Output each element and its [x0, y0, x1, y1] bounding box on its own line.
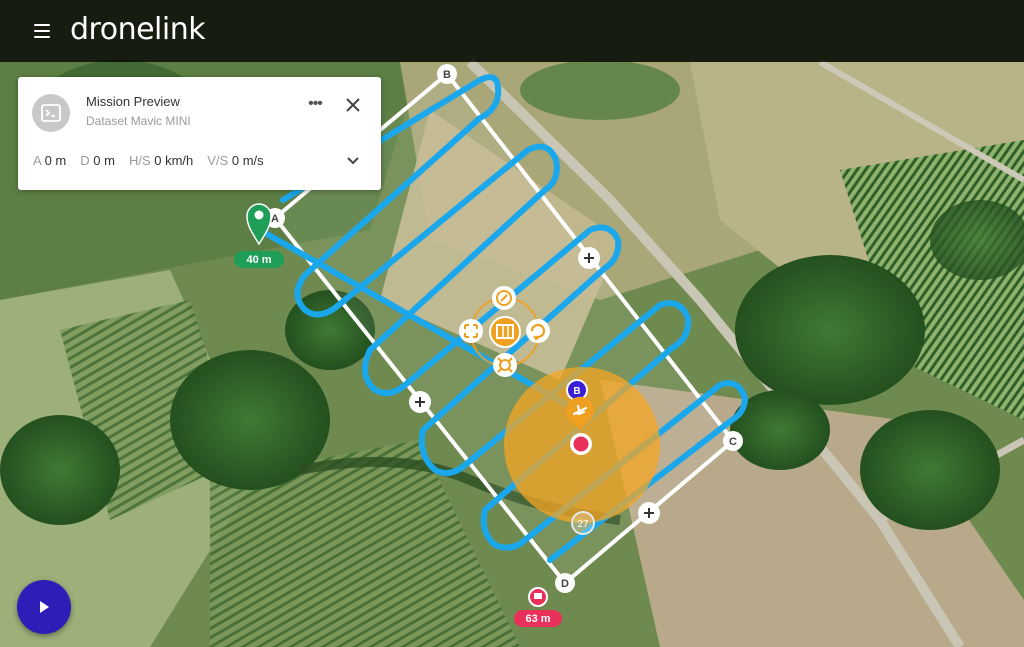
add-point-button-ad[interactable] [409, 391, 431, 413]
landing-marker-icon[interactable] [528, 587, 548, 607]
chevron-down-icon[interactable] [344, 153, 362, 169]
add-point-button-bc[interactable] [578, 247, 600, 269]
corner-marker-d[interactable]: D [555, 573, 575, 593]
map-icon[interactable] [489, 316, 521, 348]
close-icon[interactable] [342, 94, 364, 116]
waypoint-marker[interactable]: 27 [571, 511, 595, 535]
corner-label-a: A [271, 213, 279, 225]
brand-logo: dronelink [70, 11, 206, 47]
stat-altitude: A 0 m [33, 153, 67, 168]
vehicle-badge-label: B [573, 386, 580, 397]
rotate-icon[interactable] [526, 319, 550, 343]
panel-title: Mission Preview [86, 94, 180, 109]
start-altitude-label: 40 m [246, 254, 271, 266]
compass-icon[interactable] [492, 286, 516, 310]
top-bar: dronelink [0, 0, 1024, 62]
waypoint-number-label: 27 [577, 519, 589, 530]
corner-marker-b[interactable]: B [437, 64, 457, 84]
mission-preview-panel: Mission Preview Dataset Mavic MINI ••• A… [18, 77, 381, 190]
terminal-icon [32, 94, 70, 132]
stat-distance: D 0 m [80, 153, 115, 168]
play-button[interactable] [17, 580, 71, 634]
corner-label-c: C [729, 436, 737, 448]
add-point-button-cd[interactable] [638, 502, 660, 524]
panel-subtitle: Dataset Mavic MINI [86, 114, 191, 128]
hamburger-icon[interactable] [34, 16, 64, 46]
end-position-icon [570, 433, 592, 455]
more-horizontal-icon[interactable]: ••• [304, 95, 326, 117]
corner-label-b: B [443, 69, 451, 81]
corner-label-d: D [561, 578, 569, 590]
end-altitude-label: 63 m [525, 613, 550, 625]
stat-vertical-speed: V/S 0 m/s [207, 153, 264, 168]
focus-icon[interactable] [493, 353, 517, 377]
play-icon [40, 601, 49, 613]
telemetry-stats: A 0 m D 0 m H/S 0 km/h V/S 0 m/s [33, 153, 264, 168]
expand-area-icon[interactable] [459, 319, 483, 343]
stat-horizontal-speed: H/S 0 km/h [128, 153, 194, 168]
corner-marker-c[interactable]: C [723, 431, 743, 451]
